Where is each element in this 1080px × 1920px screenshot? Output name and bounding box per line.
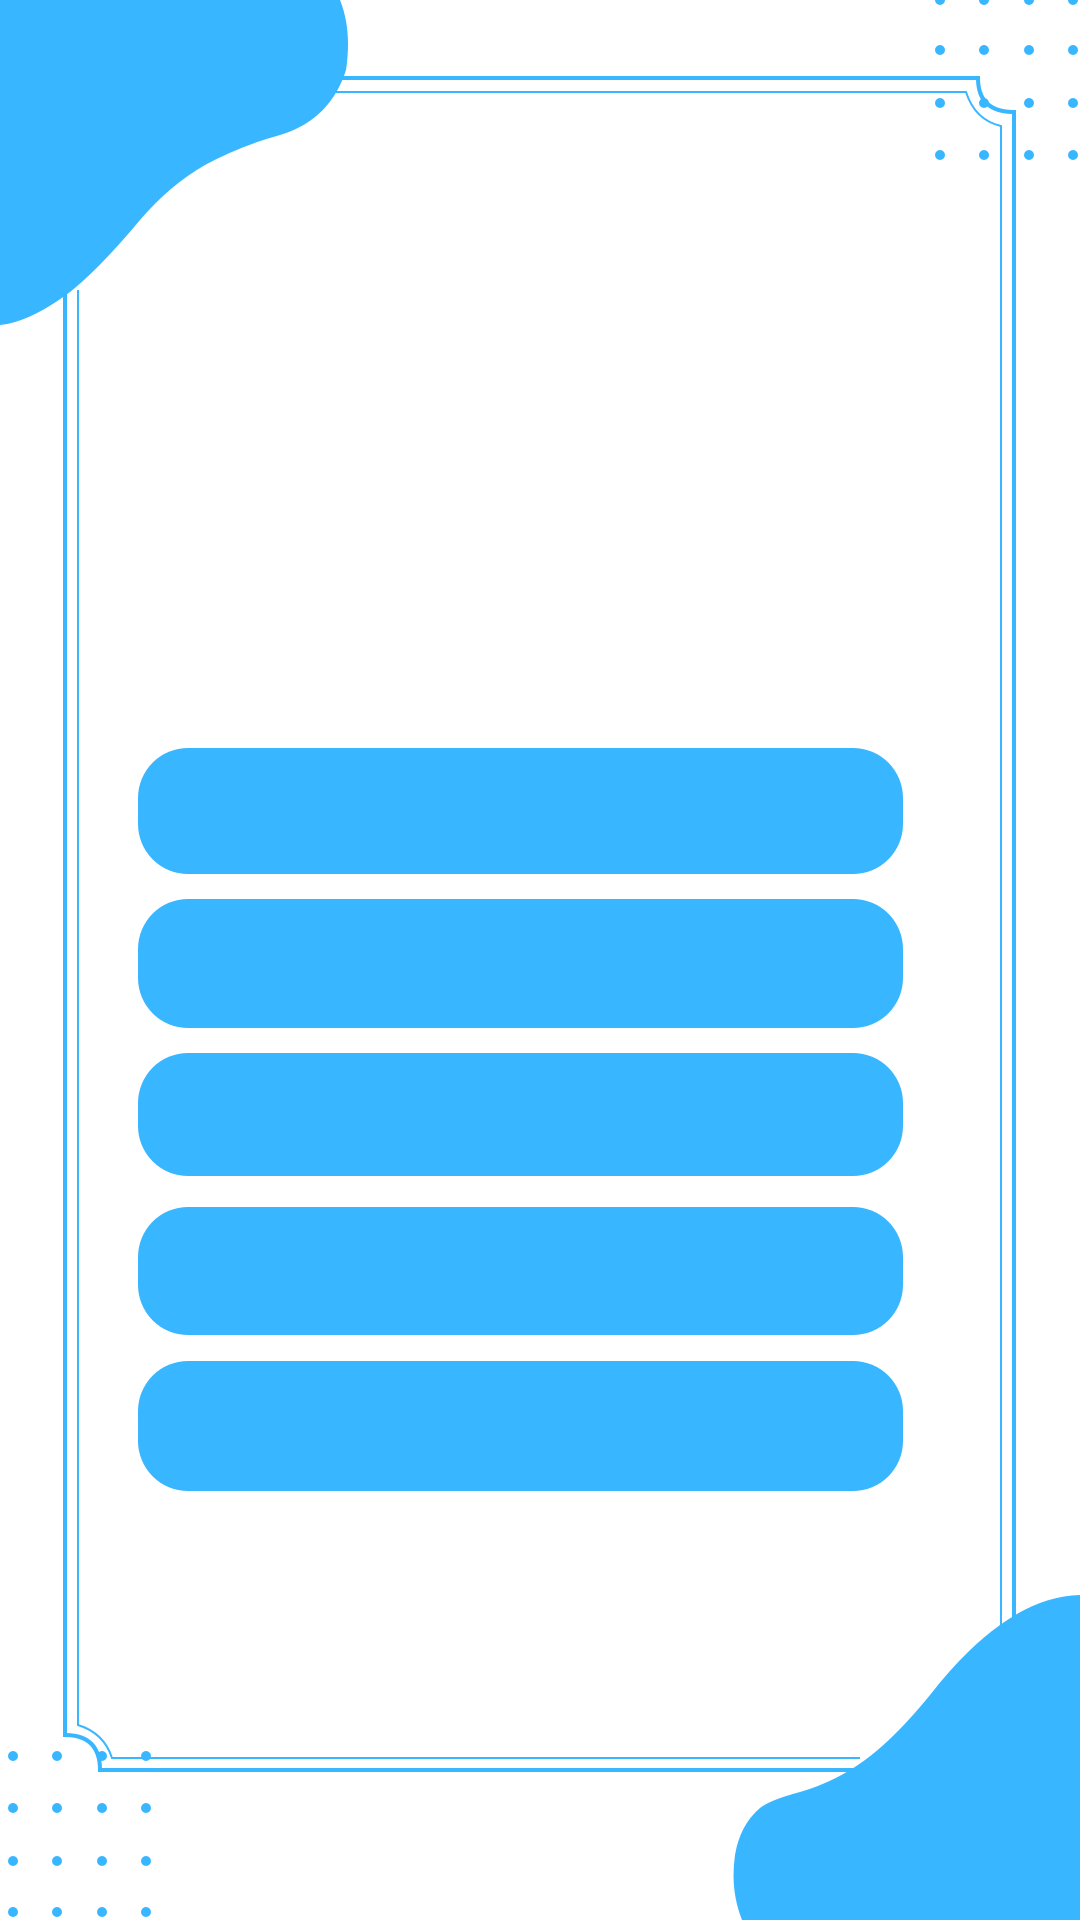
dot-grid-bottom-left bbox=[8, 1751, 151, 1917]
menu-button-5[interactable] bbox=[138, 1361, 903, 1491]
menu-button-2[interactable] bbox=[138, 899, 903, 1028]
menu-button-1[interactable] bbox=[138, 748, 903, 874]
menu-screen bbox=[0, 0, 1080, 1920]
menu-button-4[interactable] bbox=[138, 1207, 903, 1335]
menu-button-3[interactable] bbox=[138, 1053, 903, 1176]
blob-top-left bbox=[0, 0, 348, 325]
